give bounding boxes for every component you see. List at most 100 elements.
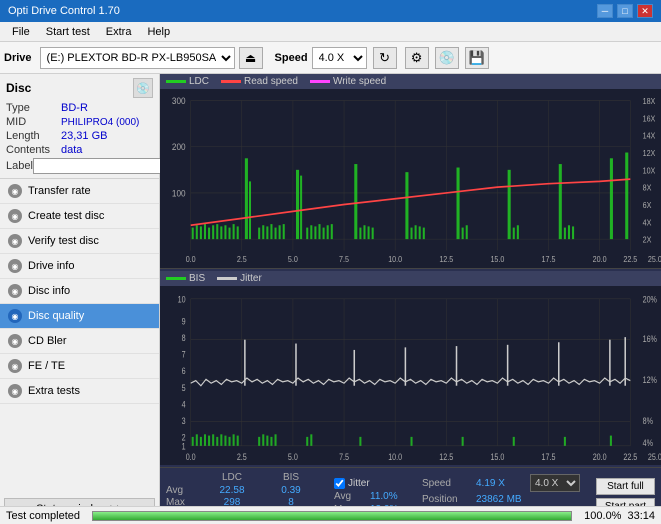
disc-type-value: BD-R bbox=[61, 102, 88, 114]
settings-icon[interactable]: ⚙ bbox=[405, 47, 429, 69]
nav-icon-fe-te: ◉ bbox=[8, 359, 22, 373]
nav-icon-extra: ◉ bbox=[8, 384, 22, 398]
svg-text:22.5: 22.5 bbox=[623, 452, 637, 462]
svg-text:0.0: 0.0 bbox=[186, 255, 196, 265]
nav-cd-bler[interactable]: ◉ CD Bler bbox=[0, 329, 159, 354]
disc-contents-row: Contents data bbox=[6, 144, 153, 156]
save-icon[interactable]: 💾 bbox=[465, 47, 489, 69]
svg-text:15.0: 15.0 bbox=[490, 255, 504, 265]
speed-label: Speed bbox=[275, 52, 308, 64]
nav-create-test-disc[interactable]: ◉ Create test disc bbox=[0, 204, 159, 229]
disc-mid-row: MID PHILIPRO4 (000) bbox=[6, 116, 153, 128]
nav-disc-quality[interactable]: ◉ Disc quality bbox=[0, 304, 159, 329]
svg-text:4: 4 bbox=[182, 400, 186, 410]
jitter-avg-row: Avg 11.0% bbox=[334, 491, 414, 502]
jitter-checkbox[interactable] bbox=[334, 478, 345, 489]
svg-text:22.5: 22.5 bbox=[623, 255, 637, 265]
disc-length-label: Length bbox=[6, 130, 61, 142]
svg-text:3: 3 bbox=[182, 416, 186, 426]
position-row: Position 23862 MB bbox=[422, 494, 580, 505]
bis-header: BIS bbox=[266, 472, 316, 483]
svg-text:0.0: 0.0 bbox=[186, 452, 196, 462]
legend-readspeed-label: Read speed bbox=[244, 76, 298, 87]
status-text: Test completed bbox=[6, 510, 80, 522]
drive-label: Drive bbox=[4, 52, 32, 64]
svg-text:12X: 12X bbox=[643, 149, 656, 159]
nav-label-fe-te: FE / TE bbox=[28, 360, 65, 372]
nav-transfer-rate[interactable]: ◉ Transfer rate bbox=[0, 179, 159, 204]
svg-text:7.5: 7.5 bbox=[339, 452, 349, 462]
svg-text:5.0: 5.0 bbox=[288, 452, 298, 462]
nav-label-create: Create test disc bbox=[28, 210, 104, 222]
titlebar: Opti Drive Control 1.70 ─ □ ✕ bbox=[0, 0, 661, 22]
eject-button[interactable]: ⏏ bbox=[239, 47, 263, 69]
stats-spacer bbox=[166, 472, 198, 483]
legend-readspeed: Read speed bbox=[221, 76, 298, 87]
disc-length-row: Length 23,31 GB bbox=[6, 130, 153, 142]
svg-text:18X: 18X bbox=[643, 97, 656, 107]
nav-extra-tests[interactable]: ◉ Extra tests bbox=[0, 379, 159, 404]
ldc-header: LDC bbox=[202, 472, 262, 483]
disc-section: Disc 💿 Type BD-R MID PHILIPRO4 (000) Len… bbox=[0, 74, 159, 179]
nav-drive-info[interactable]: ◉ Drive info bbox=[0, 254, 159, 279]
position-key: Position bbox=[422, 494, 472, 505]
svg-text:16X: 16X bbox=[643, 114, 656, 124]
minimize-button[interactable]: ─ bbox=[597, 4, 613, 18]
menu-start-test[interactable]: Start test bbox=[38, 24, 98, 40]
close-button[interactable]: ✕ bbox=[637, 4, 653, 18]
svg-text:10: 10 bbox=[178, 295, 186, 305]
svg-text:12.5: 12.5 bbox=[439, 255, 453, 265]
nav-disc-info[interactable]: ◉ Disc info bbox=[0, 279, 159, 304]
svg-text:20.0: 20.0 bbox=[593, 255, 607, 265]
maximize-button[interactable]: □ bbox=[617, 4, 633, 18]
menu-help[interactable]: Help bbox=[139, 24, 178, 40]
chart1-svg: 300 200 100 18X 16X 14X 12X 10X 8X 6X 4X… bbox=[160, 89, 661, 268]
speed-row: Speed 4.19 X 4.0 X bbox=[422, 474, 580, 492]
nav-menu: ◉ Transfer rate ◉ Create test disc ◉ Ver… bbox=[0, 179, 159, 494]
svg-text:8X: 8X bbox=[643, 183, 652, 193]
legend-ldc-color bbox=[166, 80, 186, 83]
disc-header: Disc 💿 bbox=[6, 78, 153, 98]
chart1-legend-bar: LDC Read speed Write speed bbox=[160, 74, 661, 89]
right-panel: LDC Read speed Write speed bbox=[160, 74, 661, 524]
nav-label-transfer: Transfer rate bbox=[28, 185, 91, 197]
svg-text:10.0: 10.0 bbox=[388, 255, 402, 265]
speed-select[interactable]: 4.0 X 2.0 X 6.0 X bbox=[312, 47, 367, 69]
svg-text:1: 1 bbox=[182, 442, 186, 452]
disc-label-input[interactable] bbox=[33, 158, 171, 174]
speed-setting-select[interactable]: 4.0 X bbox=[530, 474, 580, 492]
svg-text:12.5: 12.5 bbox=[439, 452, 453, 462]
nav-icon-disc-info: ◉ bbox=[8, 284, 22, 298]
legend-writespeed-label: Write speed bbox=[333, 76, 386, 87]
disc-icon[interactable]: 💿 bbox=[435, 47, 459, 69]
stats-col-headers: LDC BIS bbox=[166, 472, 326, 483]
nav-icon-create: ◉ bbox=[8, 209, 22, 223]
chart2-legend-bar: BIS Jitter bbox=[160, 271, 661, 286]
progress-time: 33:14 bbox=[627, 510, 655, 522]
position-val: 23862 MB bbox=[476, 494, 522, 505]
svg-text:100: 100 bbox=[172, 188, 186, 199]
menu-extra[interactable]: Extra bbox=[98, 24, 140, 40]
speed-val: 4.19 X bbox=[476, 478, 526, 489]
disc-section-title: Disc bbox=[6, 81, 31, 95]
disc-contents-label: Contents bbox=[6, 144, 61, 156]
svg-text:15.0: 15.0 bbox=[490, 452, 504, 462]
svg-text:16%: 16% bbox=[643, 335, 657, 345]
menu-file[interactable]: File bbox=[4, 24, 38, 40]
start-full-button[interactable]: Start full bbox=[596, 478, 655, 495]
nav-fe-te[interactable]: ◉ FE / TE bbox=[0, 354, 159, 379]
chart2-svg: 10 9 8 7 6 5 4 3 2 1 20% 16% 12% 8% 4% bbox=[160, 286, 661, 465]
nav-icon-cd-bler: ◉ bbox=[8, 334, 22, 348]
refresh-icon[interactable]: ↻ bbox=[373, 47, 397, 69]
jitter-avg-val: 11.0% bbox=[370, 491, 398, 502]
disc-type-label: Type bbox=[6, 102, 61, 114]
disc-label-row: Label ✏ bbox=[6, 158, 153, 174]
progress-percent: 100.0% bbox=[584, 510, 621, 522]
svg-text:10X: 10X bbox=[643, 166, 656, 176]
legend-writespeed-color bbox=[310, 80, 330, 83]
avg-ldc-val: 22.58 bbox=[202, 485, 262, 496]
drive-select[interactable]: (E:) PLEXTOR BD-R PX-LB950SA 1.06 bbox=[40, 47, 235, 69]
nav-verify-test-disc[interactable]: ◉ Verify test disc bbox=[0, 229, 159, 254]
disc-type-row: Type BD-R bbox=[6, 102, 153, 114]
jitter-avg-label: Avg bbox=[334, 491, 366, 502]
